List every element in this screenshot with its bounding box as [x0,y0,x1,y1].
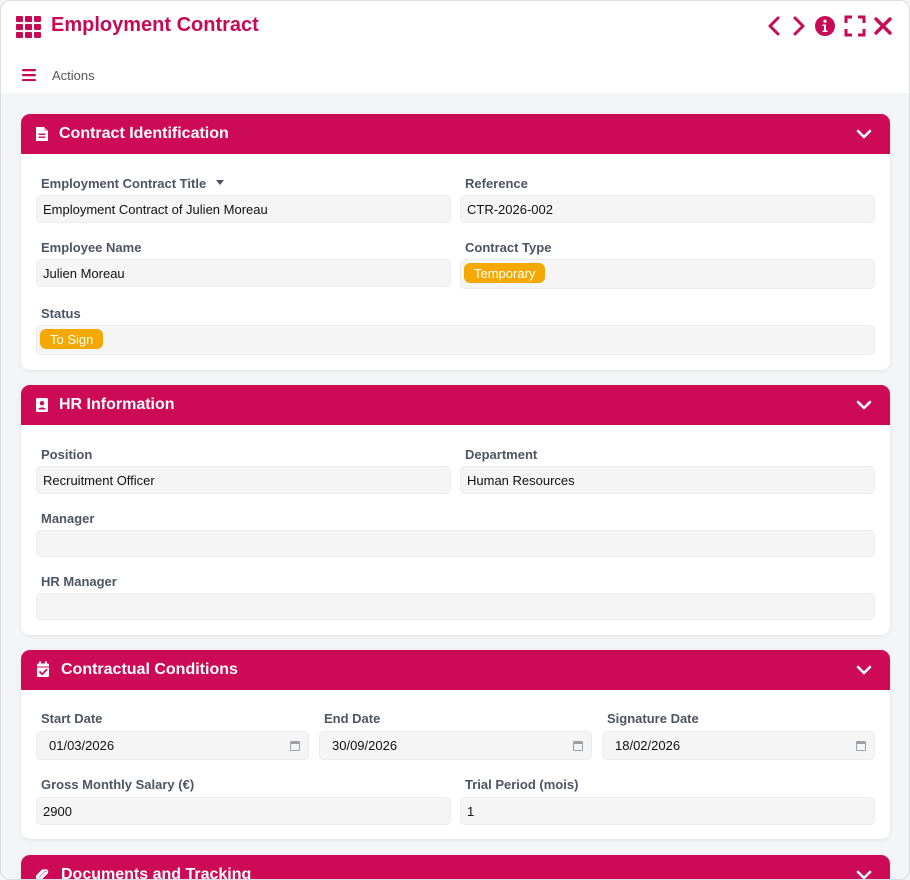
position-label: Position [41,447,93,462]
app-grid-icon[interactable] [16,16,41,38]
end-date-label: End Date [324,711,381,726]
documents-tracking-section: Documents and Tracking [21,855,890,880]
caret-down-icon[interactable] [216,180,224,186]
manager-label: Manager [41,511,95,526]
hr-information-title: HR Information [59,396,175,413]
gross-salary-field[interactable]: 2900 [36,797,451,825]
hr-manager-field[interactable] [36,593,875,620]
contract-type-label: Contract Type [465,240,552,255]
calendar-icon[interactable] [290,740,300,751]
reference-label: Reference [465,176,528,191]
calendar-check-icon [37,661,49,677]
actions-menu[interactable]: Actions [22,66,95,84]
document-icon [36,127,48,141]
id-badge-icon [36,398,48,412]
manager-field[interactable] [36,530,875,557]
chevron-right-icon[interactable] [787,15,809,37]
contractual-conditions-title: Contractual Conditions [61,661,238,678]
employee-name-label: Employee Name [41,240,142,255]
chevron-down-icon[interactable] [856,398,872,412]
position-field[interactable]: Recruitment Officer [36,466,451,494]
department-label: Department [465,447,538,462]
documents-tracking-header[interactable]: Documents and Tracking [21,855,890,880]
trial-period-label: Trial Period (mois) [465,777,579,792]
contractual-conditions-section: Contractual Conditions Start Date 01/03/… [21,650,890,839]
status-field[interactable]: To Sign [36,325,875,355]
reference-field[interactable]: CTR-2026-002 [460,195,875,223]
window-title: Employment Contract [51,14,259,36]
contract-title-field[interactable]: Employment Contract of Julien Moreau [36,195,451,223]
contract-type-badge: Temporary [464,263,546,283]
title-bar: Employment Contract Actions [1,1,909,93]
hr-information-section: HR Information Position Recruitment Offi… [21,385,890,635]
documents-tracking-title: Documents and Tracking [61,866,252,880]
chevron-down-icon[interactable] [856,663,872,677]
contractual-conditions-header[interactable]: Contractual Conditions [21,650,890,690]
close-icon[interactable] [872,15,894,37]
employment-contract-window: Employment Contract Actions Contract Ide… [0,0,910,880]
chevron-down-icon[interactable] [856,868,872,880]
chevron-down-icon[interactable] [856,127,872,141]
hr-manager-label: HR Manager [41,574,117,589]
signature-date-field[interactable]: 18/02/2026 [602,731,875,760]
contract-identification-section: Contract Identification Employment Contr… [21,114,890,370]
hamburger-icon[interactable] [22,69,36,81]
info-icon[interactable] [814,15,836,37]
contract-identification-header[interactable]: Contract Identification [21,114,890,154]
start-date-field[interactable]: 01/03/2026 [36,731,309,760]
contract-type-field[interactable]: Temporary [460,259,875,289]
signature-date-value: 18/02/2026 [615,738,681,753]
employee-name-field[interactable]: Julien Moreau [36,259,451,287]
signature-date-label: Signature Date [607,711,699,726]
fullscreen-icon[interactable] [844,15,866,37]
contract-title-label: Employment Contract Title [41,176,207,191]
hr-information-header[interactable]: HR Information [21,385,890,425]
trial-period-field[interactable]: 1 [460,797,875,825]
start-date-value: 01/03/2026 [49,738,115,753]
calendar-icon[interactable] [573,740,583,751]
end-date-field[interactable]: 30/09/2026 [319,731,592,760]
calendar-icon[interactable] [856,740,866,751]
start-date-label: Start Date [41,711,103,726]
chevron-left-icon[interactable] [764,15,786,37]
status-badge: To Sign [40,329,104,349]
contract-identification-title: Contract Identification [59,125,229,142]
actions-label[interactable]: Actions [52,68,95,83]
end-date-value: 30/09/2026 [332,738,398,753]
gross-salary-label: Gross Monthly Salary (€) [41,777,195,792]
department-field[interactable]: Human Resources [460,466,875,494]
status-label: Status [41,306,81,321]
paperclip-icon [35,869,49,879]
